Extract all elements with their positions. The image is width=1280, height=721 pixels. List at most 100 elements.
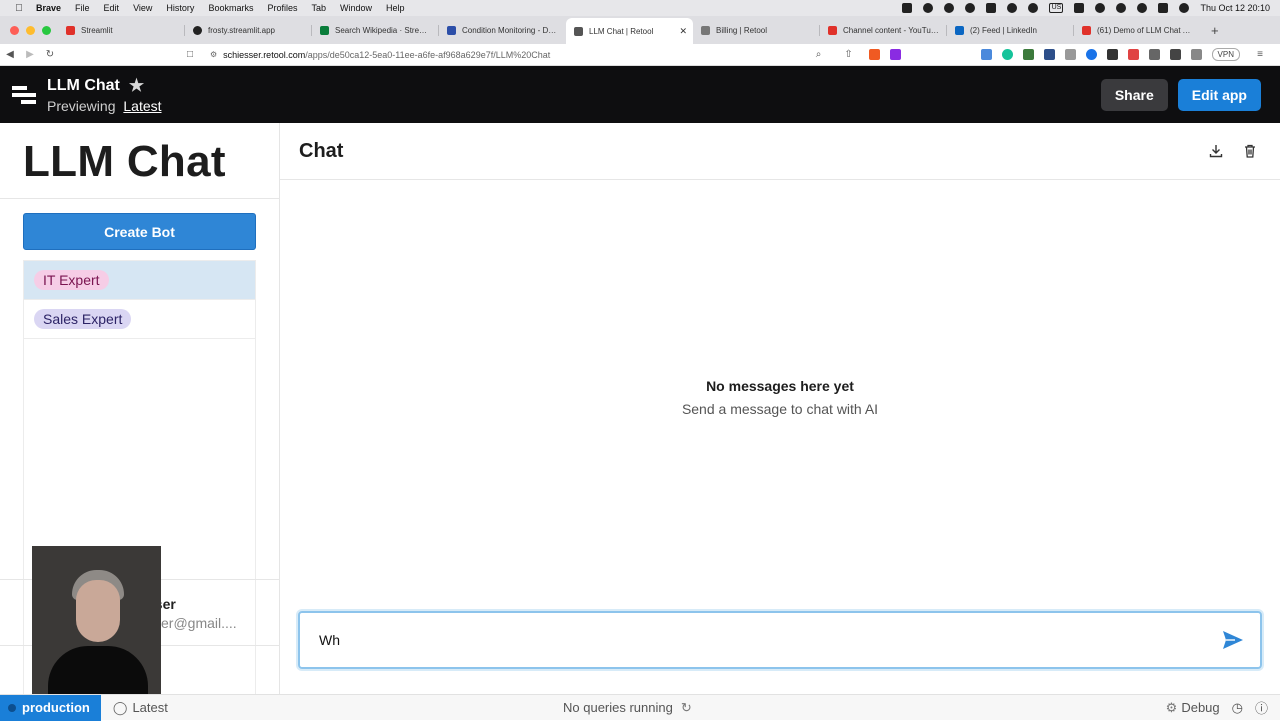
tab-label: LLM Chat | Retool <box>589 26 654 36</box>
history-icon[interactable]: ◷ <box>1232 700 1243 716</box>
keyboard-layout-icon[interactable]: US <box>1049 3 1064 13</box>
back-icon[interactable]: ◀ <box>0 49 20 60</box>
bluetooth-icon[interactable] <box>1095 3 1106 13</box>
query-status-label: No queries running <box>563 700 673 715</box>
refresh-icon[interactable]: ↻ <box>681 700 692 716</box>
trash-icon[interactable] <box>1242 143 1258 159</box>
wallet-icon[interactable] <box>1190 49 1202 60</box>
app-header: LLM Chat ★ Previewing Latest Share Edit … <box>0 66 1280 123</box>
new-tab-icon[interactable]: + <box>1211 23 1219 38</box>
app-title: LLM Chat <box>47 76 120 94</box>
dots-icon[interactable] <box>965 3 976 13</box>
menu-profiles[interactable]: Profiles <box>267 3 297 13</box>
shield-icon[interactable] <box>986 3 997 13</box>
menu-window[interactable]: Window <box>340 3 372 13</box>
spotlight-search-icon[interactable] <box>1137 3 1148 13</box>
forward-icon[interactable]: ▶ <box>20 49 40 60</box>
close-window-icon[interactable] <box>10 25 19 35</box>
battery-icon[interactable] <box>1074 3 1085 13</box>
debug-button[interactable]: ⚙ Debug <box>1166 700 1220 716</box>
zoom-window-icon[interactable] <box>42 25 51 35</box>
tab-favicon-icon <box>66 25 75 35</box>
zoom-icon[interactable]: ⌕ <box>809 49 829 60</box>
bug-icon: ⚙ <box>1165 699 1178 715</box>
browser-tab-strip: Streamlit frosty.streamlit.app Search Wi… <box>0 16 1280 44</box>
menu-brave[interactable]: Brave <box>36 3 61 13</box>
play-icon[interactable] <box>1028 3 1039 13</box>
menu-icon[interactable]: ≡ <box>1250 49 1270 60</box>
tab-favicon-icon <box>574 26 583 36</box>
version-link[interactable]: Latest <box>123 98 161 114</box>
bookmark-icon[interactable]: □ <box>180 49 200 60</box>
tab-close-icon[interactable]: ✕ <box>679 26 687 37</box>
menu-history[interactable]: History <box>166 3 194 13</box>
star-icon[interactable]: ★ <box>129 76 144 96</box>
extension-icon[interactable] <box>1106 49 1118 60</box>
wifi-icon[interactable] <box>1116 3 1127 13</box>
url-field[interactable]: ⚙ schiesser.retool.com /apps/de50ca12-5e… <box>210 50 550 60</box>
sidebar-toggle-icon[interactable] <box>1169 49 1181 60</box>
status-icons: US Thu Oct 12 20:10 <box>902 3 1280 13</box>
site-info-icon[interactable]: ⚙ <box>210 50 217 59</box>
browser-tab[interactable]: Billing | Retool <box>693 19 820 41</box>
menubar-clock[interactable]: Thu Oct 12 20:10 <box>1200 3 1270 13</box>
list-item[interactable]: IT Expert <box>24 261 255 300</box>
browser-tab[interactable]: (2) Feed | LinkedIn <box>947 19 1074 41</box>
help-icon[interactable]: ⓘ <box>1255 698 1268 717</box>
browser-tab[interactable]: (61) Demo of LLM Chat App <box>1074 19 1201 41</box>
extension-icon[interactable] <box>1064 49 1076 60</box>
menu-file[interactable]: File <box>75 3 90 13</box>
extensions-puzzle-icon[interactable] <box>1148 49 1160 60</box>
siri-icon[interactable] <box>1179 3 1190 13</box>
environment-dot-icon <box>8 703 16 712</box>
drive-icon[interactable] <box>902 3 913 13</box>
browser-tab-active[interactable]: LLM Chat | Retool ✕ <box>566 18 693 44</box>
create-bot-button[interactable]: Create Bot <box>23 213 256 250</box>
list-item[interactable]: Sales Expert <box>24 300 255 339</box>
empty-state-subtitle: Send a message to chat with AI <box>681 401 879 417</box>
version-tag[interactable]: ◯ Latest <box>113 700 168 716</box>
menu-edit[interactable]: Edit <box>104 3 120 13</box>
browser-tab[interactable]: Channel content - YouTube <box>820 19 947 41</box>
browser-tab[interactable]: frosty.streamlit.app <box>185 19 312 41</box>
extension-icon[interactable] <box>1022 49 1034 60</box>
reload-icon[interactable]: ↻ <box>40 49 60 60</box>
message-input-box[interactable] <box>298 611 1262 669</box>
tab-label: Channel content - YouTube <box>843 25 939 35</box>
menu-bookmarks[interactable]: Bookmarks <box>208 3 253 13</box>
retool-logo-icon[interactable] <box>12 85 36 104</box>
browser-tab[interactable]: Condition Monitoring - De... <box>439 19 566 41</box>
minimize-window-icon[interactable] <box>26 25 35 35</box>
chat-panel: Chat No messages here yet Send a message… <box>280 123 1280 694</box>
share-page-icon[interactable]: ⇧ <box>839 49 859 60</box>
environment-badge[interactable]: production <box>0 694 101 721</box>
menu-help[interactable]: Help <box>386 3 405 13</box>
brave-shields-icon[interactable] <box>868 49 880 60</box>
control-center-icon[interactable] <box>1158 3 1169 13</box>
extension-icon[interactable] <box>1085 49 1097 60</box>
vpn-button[interactable]: VPN <box>1211 48 1240 61</box>
url-host: schiesser.retool.com <box>223 49 306 60</box>
message-input[interactable] <box>319 632 1199 648</box>
share-button[interactable]: Share <box>1100 78 1168 111</box>
browser-tab[interactable]: Streamlit <box>58 19 185 41</box>
extension-icon[interactable] <box>1043 49 1055 60</box>
extension-icon[interactable] <box>1127 49 1139 60</box>
sidebar-title: LLM Chat <box>23 137 226 186</box>
grammarly-icon[interactable] <box>1001 49 1013 60</box>
headphones-icon[interactable] <box>1007 3 1018 13</box>
menu-view[interactable]: View <box>133 3 152 13</box>
chrome-icon[interactable] <box>923 3 934 13</box>
edit-app-button[interactable]: Edit app <box>1177 78 1261 111</box>
apple-icon[interactable]:  <box>12 3 26 14</box>
translate-icon[interactable] <box>980 49 992 60</box>
send-icon[interactable] <box>1222 630 1244 655</box>
menu-tab[interactable]: Tab <box>311 3 326 13</box>
cloud-icon[interactable] <box>944 3 955 13</box>
brave-rewards-icon[interactable] <box>889 49 901 60</box>
browser-toolbar-right: ⌕ ⇧ VPN ≡ <box>809 48 1280 61</box>
tab-favicon-icon <box>828 25 837 35</box>
download-icon[interactable] <box>1208 143 1224 159</box>
tab-favicon-icon <box>447 25 456 35</box>
browser-tab[interactable]: Search Wikipedia · Streamlit <box>312 19 439 41</box>
